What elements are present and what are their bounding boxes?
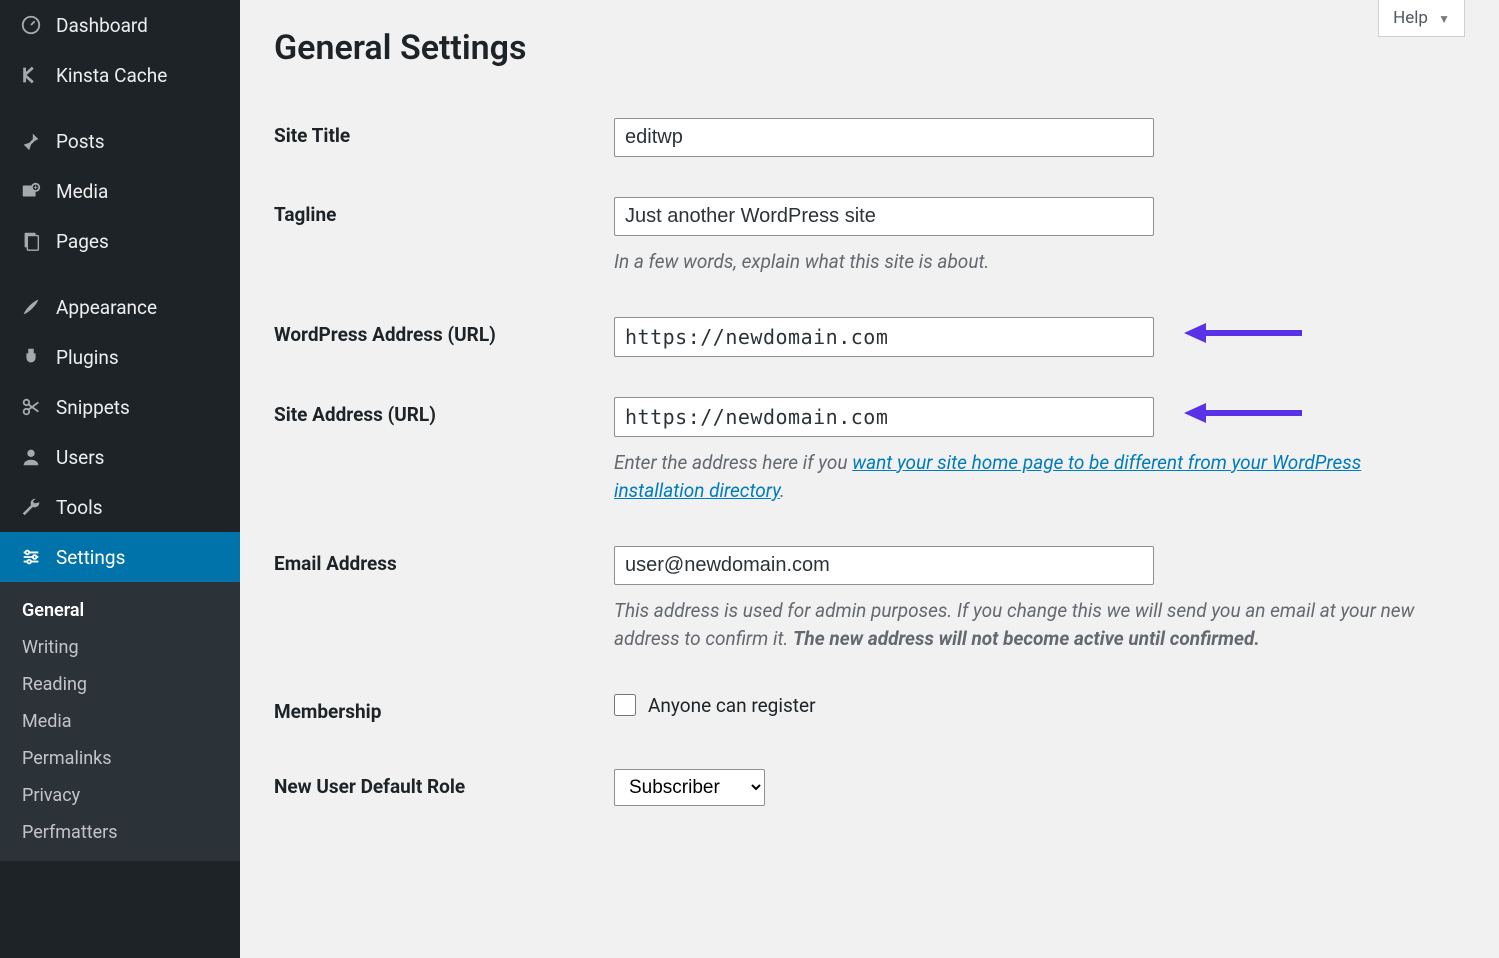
kinsta-icon xyxy=(18,62,44,88)
tagline-input[interactable] xyxy=(614,197,1154,236)
site-title-input[interactable] xyxy=(614,118,1154,157)
dashboard-icon xyxy=(18,12,44,38)
submenu-item-writing[interactable]: Writing xyxy=(0,629,240,666)
submenu-item-permalinks[interactable]: Permalinks xyxy=(0,740,240,777)
tagline-label: Tagline xyxy=(274,177,614,297)
site-url-desc-text: Enter the address here if you xyxy=(614,451,852,474)
site-url-description: Enter the address here if you want your … xyxy=(614,449,1434,506)
submenu-item-reading[interactable]: Reading xyxy=(0,666,240,703)
membership-checkbox-row[interactable]: Anyone can register xyxy=(614,694,1465,717)
help-tab[interactable]: Help ▼ xyxy=(1378,0,1465,37)
wp-url-label: WordPress Address (URL) xyxy=(274,297,614,377)
sidebar-item-label: Kinsta Cache xyxy=(56,64,167,87)
settings-content: Help ▼ General Settings Site Title Tagli… xyxy=(240,0,1499,958)
sidebar-item-tools[interactable]: Tools xyxy=(0,482,240,532)
sidebar-item-label: Appearance xyxy=(56,296,157,319)
sidebar-item-label: Tools xyxy=(56,496,103,519)
sidebar-item-pages[interactable]: Pages xyxy=(0,216,240,266)
plug-icon xyxy=(18,344,44,370)
media-icon xyxy=(18,178,44,204)
sidebar-item-plugins[interactable]: Plugins xyxy=(0,332,240,382)
sidebar-item-kinsta-cache[interactable]: Kinsta Cache xyxy=(0,50,240,100)
annotation-arrow-icon xyxy=(1184,319,1304,347)
scissors-icon xyxy=(18,394,44,420)
submenu-item-perfmatters[interactable]: Perfmatters xyxy=(0,814,240,851)
sidebar-separator xyxy=(0,266,240,282)
sidebar-item-dashboard[interactable]: Dashboard xyxy=(0,0,240,50)
site-title-label: Site Title xyxy=(274,98,614,177)
site-url-label: Site Address (URL) xyxy=(274,377,614,526)
sidebar-item-users[interactable]: Users xyxy=(0,432,240,482)
admin-sidebar: Dashboard Kinsta Cache Posts Media Page xyxy=(0,0,240,958)
default-role-select[interactable]: Subscriber xyxy=(614,769,765,806)
user-icon xyxy=(18,444,44,470)
tagline-description: In a few words, explain what this site i… xyxy=(614,248,1434,277)
sidebar-item-label: Media xyxy=(56,180,108,203)
help-label: Help xyxy=(1393,8,1428,28)
email-desc-strong: The new address will not become active u… xyxy=(793,627,1260,650)
default-role-label: New User Default Role xyxy=(274,749,614,826)
sidebar-item-label: Posts xyxy=(56,130,105,153)
settings-submenu: General Writing Reading Media Permalinks… xyxy=(0,582,240,861)
sidebar-item-label: Dashboard xyxy=(56,14,148,37)
sidebar-item-label: Users xyxy=(56,446,104,469)
wp-url-input[interactable] xyxy=(614,317,1154,357)
email-label: Email Address xyxy=(274,526,614,674)
sidebar-item-label: Settings xyxy=(56,546,125,569)
pages-icon xyxy=(18,228,44,254)
annotation-arrow-icon xyxy=(1184,399,1304,427)
site-url-input[interactable] xyxy=(614,397,1154,437)
sidebar-item-media[interactable]: Media xyxy=(0,166,240,216)
sidebar-item-appearance[interactable]: Appearance xyxy=(0,282,240,332)
sidebar-item-posts[interactable]: Posts xyxy=(0,116,240,166)
wrench-icon xyxy=(18,494,44,520)
submenu-item-general[interactable]: General xyxy=(0,592,240,629)
email-input[interactable] xyxy=(614,546,1154,585)
sidebar-item-label: Snippets xyxy=(56,396,130,419)
submenu-item-privacy[interactable]: Privacy xyxy=(0,777,240,814)
sliders-icon xyxy=(18,544,44,570)
membership-checkbox-label: Anyone can register xyxy=(648,694,816,717)
page-title: General Settings xyxy=(274,28,1465,68)
sidebar-item-settings[interactable]: Settings xyxy=(0,532,240,582)
membership-checkbox[interactable] xyxy=(614,694,636,716)
chevron-down-icon: ▼ xyxy=(1438,12,1450,26)
email-description: This address is used for admin purposes.… xyxy=(614,597,1434,654)
sidebar-item-snippets[interactable]: Snippets xyxy=(0,382,240,432)
pin-icon xyxy=(18,128,44,154)
sidebar-separator xyxy=(0,100,240,116)
sidebar-item-label: Pages xyxy=(56,230,109,253)
sidebar-item-label: Plugins xyxy=(56,346,119,369)
membership-label: Membership xyxy=(274,674,614,749)
brush-icon xyxy=(18,294,44,320)
submenu-item-media[interactable]: Media xyxy=(0,703,240,740)
site-url-desc-text-end: . xyxy=(780,479,785,502)
